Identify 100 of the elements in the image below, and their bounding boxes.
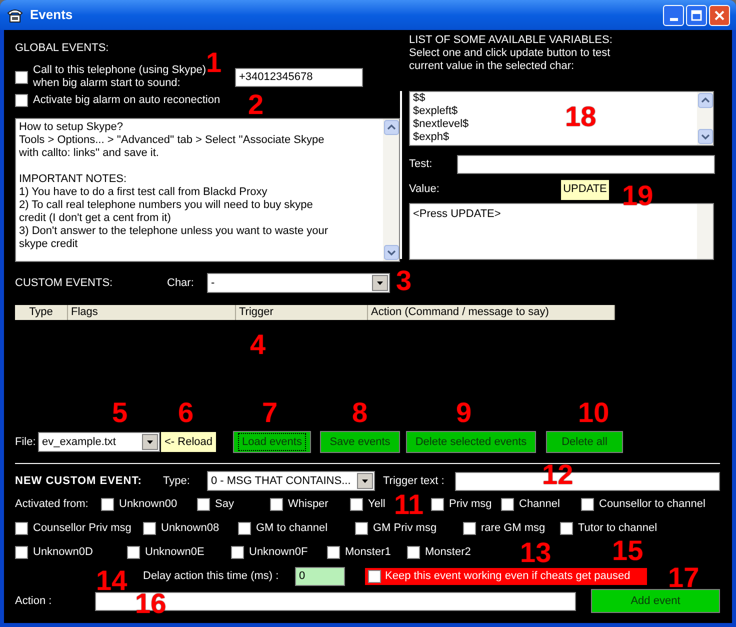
annotation-number: 9	[456, 400, 472, 426]
field-label: Action :	[15, 594, 53, 609]
scroll-down-icon	[698, 129, 712, 144]
maximize-button[interactable]	[686, 4, 707, 26]
scrollbar[interactable]	[383, 119, 399, 261]
notes-text-area[interactable]	[15, 118, 400, 262]
scrollbar[interactable]	[697, 204, 713, 259]
list-item[interactable]: $$	[413, 92, 426, 105]
maximize-icon	[691, 10, 702, 20]
action-button[interactable]: <- Reload	[161, 432, 216, 452]
checkbox[interactable]	[560, 522, 573, 534]
checkbox[interactable]	[350, 498, 363, 510]
checkbox-label: GM Priv msg	[373, 520, 437, 536]
checkbox[interactable]	[231, 546, 244, 558]
checkbox-label: Channel	[519, 496, 560, 512]
checkbox[interactable]	[581, 498, 594, 510]
action-button[interactable]: Load events	[233, 431, 311, 453]
test-field[interactable]	[457, 155, 715, 174]
delay-field[interactable]: 0	[295, 566, 345, 586]
checkbox[interactable]	[15, 70, 28, 84]
checkbox[interactable]	[327, 546, 340, 558]
update-button[interactable]: UPDATE	[561, 180, 609, 200]
column-header[interactable]: Flags	[68, 305, 236, 320]
keep-working-checkbox[interactable]: Keep this event working even if cheats get paused	[365, 568, 647, 584]
dropdown[interactable]: ev_example.txt	[38, 432, 160, 452]
field-label: Trigger text :	[383, 474, 446, 489]
checkbox-label: Monster2	[425, 544, 471, 560]
annotation-number: 4	[250, 332, 266, 358]
section-heading: NEW CUSTOM EVENT:	[15, 474, 143, 489]
dropdown-value: 0 - MSG THAT CONTAINS...	[210, 474, 351, 489]
checkbox[interactable]	[101, 498, 114, 510]
caret-icon	[357, 473, 373, 489]
checkbox-label: Unknown0E	[145, 544, 204, 560]
field-label: Char:	[167, 276, 195, 291]
checkbox[interactable]	[238, 522, 251, 534]
caret-icon	[372, 275, 388, 291]
scrollbar[interactable]	[697, 92, 713, 145]
checkbox[interactable]	[127, 546, 140, 558]
action-button[interactable]: Delete selected events	[406, 431, 536, 453]
list-item[interactable]: $expleft$	[413, 105, 458, 118]
field-label: Value:	[409, 182, 440, 198]
minimize-button[interactable]	[663, 4, 684, 26]
checkbox-label: Yell	[368, 496, 386, 512]
action-button[interactable]: Save events	[320, 431, 400, 453]
caret-icon	[142, 434, 158, 450]
dropdown[interactable]: -	[207, 273, 390, 293]
phone-field[interactable]: +34012345678	[235, 68, 363, 86]
annotation-number: 14	[96, 568, 128, 594]
checkbox-label: GM to channel	[256, 520, 328, 536]
minimize-icon	[670, 18, 678, 20]
checkbox[interactable]	[501, 498, 514, 510]
list-item[interactable]: $nextlevel$	[413, 118, 469, 131]
checkbox[interactable]	[463, 522, 476, 534]
close-button[interactable]	[709, 4, 730, 26]
section-heading: GLOBAL EVENTS:	[15, 41, 110, 56]
dropdown[interactable]: 0 - MSG THAT CONTAINS...	[207, 471, 375, 491]
checkbox-label: rare GM msg	[481, 520, 546, 536]
annotation-number: 8	[352, 400, 368, 426]
checkbox[interactable]	[143, 522, 156, 534]
list-item[interactable]: $exph$	[413, 131, 450, 144]
add-event-button[interactable]: Add event	[591, 589, 720, 613]
action-button[interactable]: Delete all	[546, 431, 623, 453]
scroll-down-icon	[384, 245, 398, 260]
annotation-number: 6	[178, 400, 194, 426]
checkbox[interactable]	[15, 546, 28, 558]
annotation-number: 5	[112, 400, 128, 426]
checkbox-label: Whisper	[288, 496, 328, 512]
annotation-number: 18	[565, 104, 596, 130]
checkbox[interactable]	[355, 522, 368, 534]
column-header[interactable]: Action (Command / message to say)	[368, 305, 615, 320]
column-header[interactable]: Type	[15, 305, 68, 320]
checkbox-label: Unknown00	[119, 496, 178, 512]
scroll-up-icon	[384, 120, 398, 135]
field-label: File:	[15, 434, 37, 450]
window-title: Events	[30, 6, 73, 24]
annotation-number: 7	[262, 400, 278, 426]
annotation-number: 2	[248, 92, 264, 118]
checkbox[interactable]	[407, 546, 420, 558]
checkbox-label: Unknown08	[161, 520, 220, 536]
column-header[interactable]: Trigger	[236, 305, 368, 320]
field-label: Activated from:	[15, 496, 90, 512]
checkbox[interactable]	[270, 498, 283, 510]
section-heading: CUSTOM EVENTS:	[15, 276, 114, 291]
checkbox-label: Unknown0F	[249, 544, 308, 560]
dropdown-value: ev_example.txt	[41, 434, 116, 450]
checkbox[interactable]	[15, 94, 28, 106]
checkbox[interactable]	[431, 498, 444, 510]
checkbox-label: Unknown0D	[33, 544, 93, 560]
annotation-number: 3	[396, 268, 412, 294]
dropdown-value: -	[210, 276, 215, 291]
field-label: Delay action this time (ms) :	[143, 568, 280, 584]
checkbox-label: Tutor to channel	[578, 520, 658, 536]
checkbox-label: Call to this telephone (using Skype) when big alarm start to sound:	[33, 64, 208, 90]
checkbox-label: Say	[215, 496, 234, 512]
annotation-number: 11	[394, 492, 424, 518]
checkbox[interactable]	[15, 522, 28, 534]
telephone-icon	[6, 7, 24, 23]
checkbox[interactable]	[197, 498, 210, 510]
checkbox[interactable]	[368, 570, 381, 582]
scroll-up-icon	[698, 93, 712, 108]
